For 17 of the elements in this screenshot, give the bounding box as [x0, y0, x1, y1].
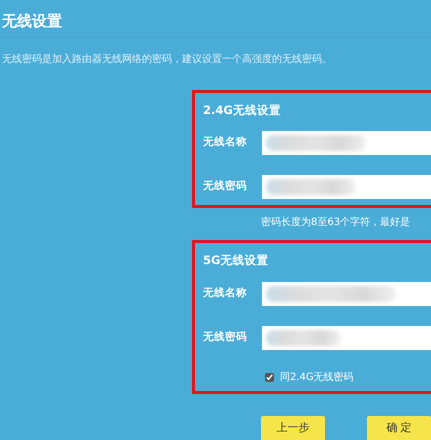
section-heading: 5G无线设置	[203, 252, 268, 270]
password-field[interactable]	[262, 326, 431, 350]
field-label: 无线名称	[203, 286, 248, 301]
hint-text: 密码长度为8至63个字符，最好是	[261, 216, 410, 230]
password-field[interactable]	[262, 175, 431, 200]
name-field[interactable]	[262, 282, 431, 306]
field-label: 无线名称	[203, 135, 248, 150]
confirm-button[interactable]: 确 定	[367, 416, 431, 440]
description: 无线密码是加入路由器无线网络的密码，建议设置一个高强度的无线密码。	[1, 52, 333, 67]
checkbox-label: 同2.4G无线密码	[280, 370, 354, 384]
name-field[interactable]	[262, 131, 431, 156]
section-heading: 2.4G无线设置	[203, 102, 281, 119]
field-label: 无线密码	[203, 330, 248, 345]
field-label: 无线密码	[203, 179, 248, 194]
back-button[interactable]: 上一步	[261, 416, 325, 440]
checkbox[interactable]	[265, 372, 274, 382]
page-title: 无线设置	[0, 11, 63, 32]
